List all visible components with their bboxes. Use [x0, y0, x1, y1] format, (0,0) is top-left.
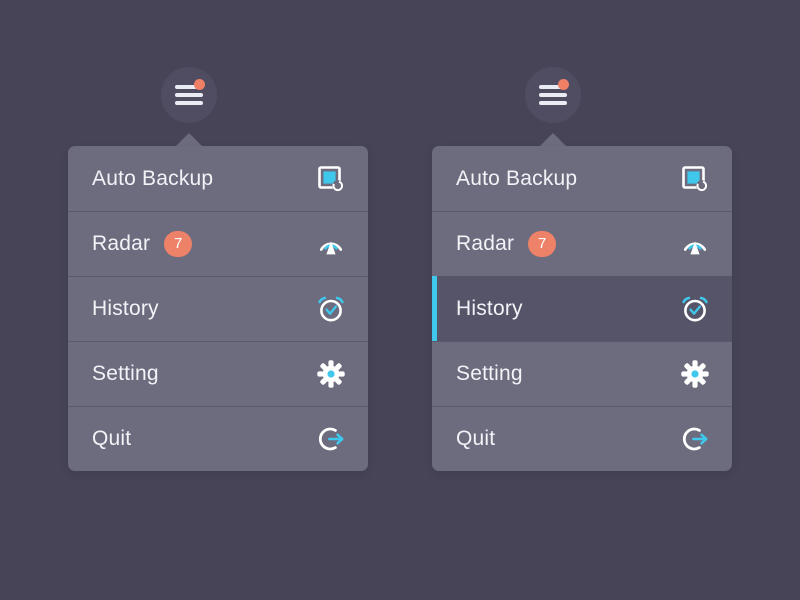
menu-item-label: Auto Backup — [456, 167, 577, 191]
hamburger-bar — [175, 93, 203, 97]
alarm-clock-icon — [680, 294, 710, 324]
dropdown-menu-panel: Auto Backup Radar 7 History Setting — [68, 146, 368, 471]
canvas: Auto Backup Radar 7 History Setting — [0, 0, 800, 600]
menu-item-auto-backup[interactable]: Auto Backup — [68, 146, 368, 211]
menu-item-label: History — [92, 297, 159, 321]
gear-icon — [316, 359, 346, 389]
hamburger-bar — [539, 101, 567, 105]
menu-item-radar[interactable]: Radar 7 — [68, 211, 368, 276]
hamburger-bar — [175, 101, 203, 105]
logout-icon — [680, 424, 710, 454]
hamburger-bar — [539, 93, 567, 97]
menu-item-label: Radar — [92, 232, 150, 256]
menu-item-badge: 7 — [528, 231, 556, 257]
image-sync-icon — [316, 164, 346, 194]
menu-item-setting[interactable]: Setting — [432, 341, 732, 406]
broadcast-icon — [680, 229, 710, 259]
hamburger-menu-button[interactable] — [525, 67, 581, 123]
broadcast-icon — [316, 229, 346, 259]
menu-group-selected-state-menu: Auto Backup Radar 7 History Setting — [432, 0, 732, 600]
menu-group-default-menu: Auto Backup Radar 7 History Setting — [68, 0, 368, 600]
menu-item-label: Setting — [456, 362, 523, 386]
menu-item-label: Quit — [456, 427, 495, 451]
dropdown-menu-panel: Auto Backup Radar 7 History Setting — [432, 146, 732, 471]
menu-item-auto-backup[interactable]: Auto Backup — [432, 146, 732, 211]
menu-item-label: Quit — [92, 427, 131, 451]
menu-item-quit[interactable]: Quit — [432, 406, 732, 471]
menu-item-label: Auto Backup — [92, 167, 213, 191]
popover-caret — [175, 133, 203, 147]
hamburger-menu-button[interactable] — [161, 67, 217, 123]
menu-item-history[interactable]: History — [68, 276, 368, 341]
menu-item-radar[interactable]: Radar 7 — [432, 211, 732, 276]
alarm-clock-icon — [316, 294, 346, 324]
menu-item-setting[interactable]: Setting — [68, 341, 368, 406]
notification-dot-icon — [558, 79, 569, 90]
notification-dot-icon — [194, 79, 205, 90]
menu-item-history[interactable]: History — [432, 276, 732, 341]
popover-caret — [539, 133, 567, 147]
menu-item-label: History — [456, 297, 523, 321]
logout-icon — [316, 424, 346, 454]
gear-icon — [680, 359, 710, 389]
menu-item-quit[interactable]: Quit — [68, 406, 368, 471]
menu-item-label: Setting — [92, 362, 159, 386]
image-sync-icon — [680, 164, 710, 194]
menu-item-label: Radar — [456, 232, 514, 256]
menu-item-badge: 7 — [164, 231, 192, 257]
